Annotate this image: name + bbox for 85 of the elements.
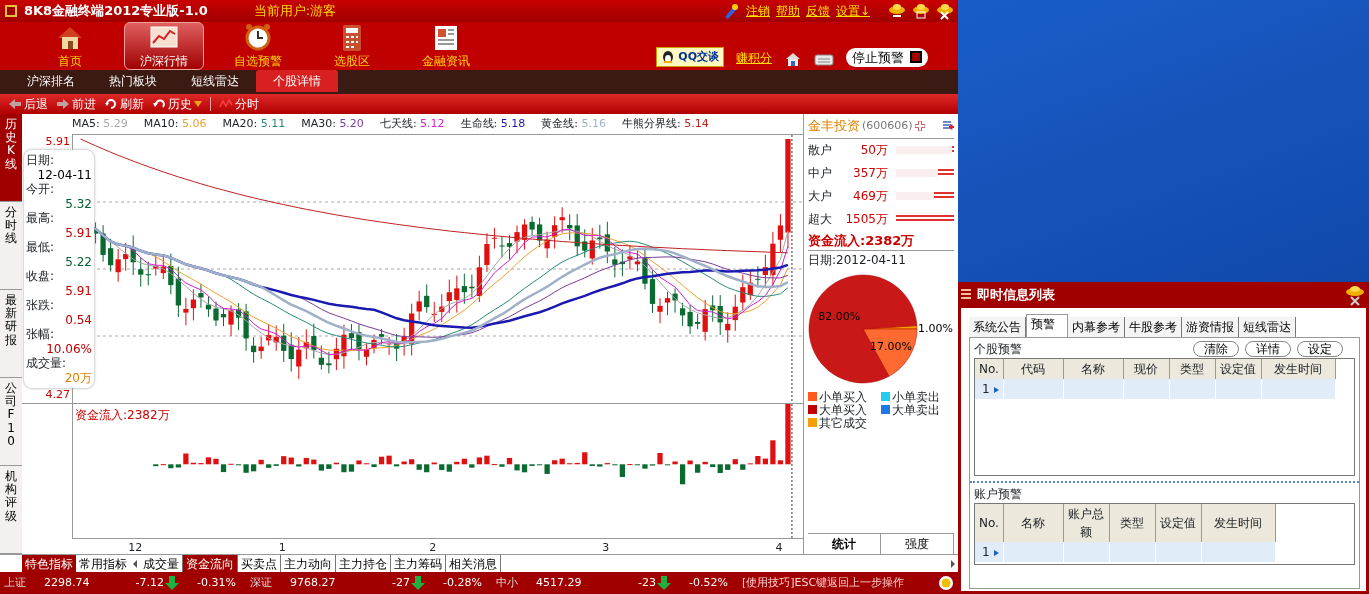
index-change: -23 [637,574,656,591]
index-percent: -0.31% [196,574,236,591]
row-number: 1 [982,545,990,559]
info-label: 收盘: [26,269,56,284]
column-header: 设定值 [1155,504,1202,542]
index-name: 中小 [496,574,519,591]
date-label: 日期:2012-04-11 [808,252,907,269]
axis-label: 4 [775,540,783,556]
section-title: 账户预警 [974,486,1023,503]
info-label: 成交量: [26,356,68,371]
column-header: 发生时间 [1201,504,1276,542]
indicator-value: 七天线: 5.12 [379,115,445,132]
legend-item: 大单卖出 [881,404,954,418]
info-value: 12-04-11 [36,167,92,182]
flow-label: 超大 [808,211,833,228]
info-value: 0.54 [64,312,92,327]
legend-item: 其它成交 [808,417,881,431]
flow-label: 散户 [808,142,833,159]
flow-label: 大户 [808,188,833,205]
legend-item: 小单买入 [808,391,881,405]
column-header: 设定值 [1215,359,1262,379]
axis-label: 3 [602,540,610,556]
flow-amount: 357万 [852,165,888,182]
index-name: 上证 [4,574,27,591]
column-header: No. [975,359,1004,379]
row-number: 1 [982,382,990,396]
column-header: 现价 [1123,359,1170,379]
column-header: No. [975,504,1004,542]
index-change: -27 [391,574,410,591]
indicator-value: MA5: 5.29 [72,115,128,132]
percent-label: 1.00% [918,322,953,335]
info-label: 张幅: [26,327,56,342]
column-header: 名称 [1003,504,1064,542]
info-value: 5.32 [64,196,92,211]
index-change: -7.12 [134,574,164,591]
indicator-value: 黄金线: 5.16 [541,115,606,132]
flow-amount: 469万 [852,188,888,205]
info-label: 今开: [26,182,56,197]
column-header: 代码 [1003,359,1064,379]
indicator-value: 生命线: 5.18 [460,115,526,132]
info-label: 最高: [26,211,56,226]
flow-amount: 50万 [859,142,888,159]
info-value: 5.91 [64,283,92,298]
indicator-value: MA10: 5.06 [143,115,207,132]
info-label: 日期: [26,153,56,168]
fund-flow-label: 资金流入:2382万 [75,407,170,424]
current-user-label: 当前用户:游客 [253,2,337,21]
legend-item: 大单买入 [808,404,881,418]
window-title: 8K8金融终端2012专业版-1.0 [24,2,208,21]
price-label: 5.91 [45,134,70,150]
index-percent: -0.52% [688,574,728,591]
column-header: 名称 [1063,359,1124,379]
column-header: 发生时间 [1261,359,1336,379]
indicator-value: MA30: 5.20 [301,115,364,132]
stock-code: (600606) [862,117,913,134]
info-label: 最低: [26,240,56,255]
indicator-value: 牛熊分界线: 5.14 [622,115,709,132]
section-title: 个股预警 [974,341,1022,358]
info-value: 20万 [63,370,92,385]
flow-label: 中户 [808,165,833,182]
info-value: 10.06% [45,341,92,356]
info-label: 张跌: [26,298,56,313]
percent-label: 17.00% [869,339,912,353]
column-header: 账户总额 [1063,504,1110,542]
index-percent: -0.28% [442,574,482,591]
axis-label: 1 [278,540,286,556]
flow-amount: 1505万 [844,211,888,228]
axis-label: 12 [128,540,143,556]
index-value: 9768.27 [290,574,337,591]
price-label: 4.27 [45,386,70,403]
info-value: 5.91 [64,225,92,240]
axis-label: 2 [429,540,437,556]
index-value: 4517.29 [536,574,583,591]
indicator-value: MA20: 5.11 [222,115,286,132]
info-value: 5.22 [64,254,92,269]
fund-inflow-total: 资金流入:2382万 [808,230,954,251]
index-name: 深证 [250,574,273,591]
usage-tip: [使用技巧]ESC键返回上一步操作 [742,574,905,591]
popup-title: 即时信息列表 [977,286,1055,305]
percent-label: 82.00% [818,310,861,323]
column-header: 类型 [1169,359,1216,379]
stock-name: 金丰投资 [808,117,860,135]
index-value: 2298.74 [44,574,91,591]
legend-item: 小单卖出 [881,391,954,405]
column-header: 类型 [1109,504,1156,542]
